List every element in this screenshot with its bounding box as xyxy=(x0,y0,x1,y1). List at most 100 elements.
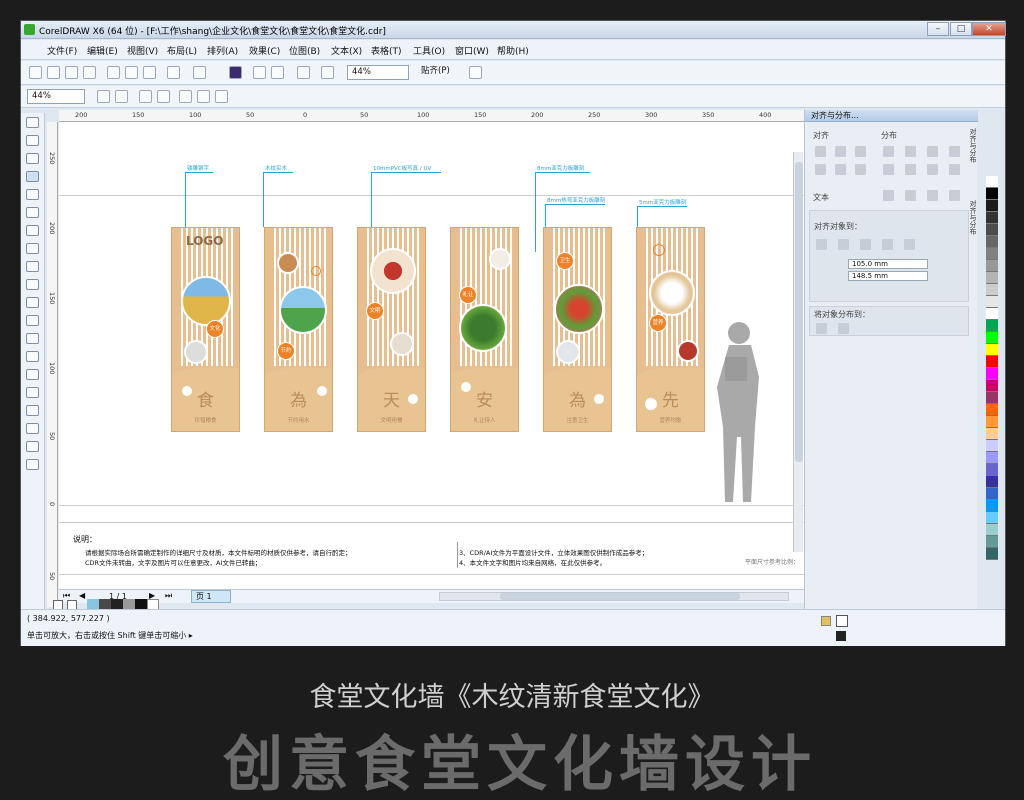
y-position-input[interactable]: 148.5 mm xyxy=(848,271,928,281)
vertical-ruler[interactable]: 250 200 150 100 50 0 50 xyxy=(47,122,58,607)
color-swatch[interactable] xyxy=(986,392,998,404)
scroll-thumb[interactable] xyxy=(500,593,740,600)
docker-tab[interactable]: 对齐与分布 xyxy=(967,200,977,270)
redo-icon[interactable] xyxy=(193,66,206,79)
zoom-height-icon[interactable] xyxy=(215,90,228,103)
welcome-screen-icon[interactable] xyxy=(321,66,334,79)
import-icon[interactable] xyxy=(229,66,242,79)
color-swatch[interactable] xyxy=(986,524,998,536)
distribute-vspacing-icon[interactable] xyxy=(949,164,960,175)
dimension-tool-icon[interactable] xyxy=(26,333,39,344)
fill-tool-icon[interactable] xyxy=(26,441,39,452)
color-swatch[interactable] xyxy=(986,512,998,524)
color-swatch[interactable] xyxy=(986,548,998,560)
color-swatch[interactable] xyxy=(986,272,998,284)
menu-layout[interactable]: 布局(L) xyxy=(167,44,197,57)
export-icon[interactable] xyxy=(253,66,266,79)
menu-window[interactable]: 窗口(W) xyxy=(455,44,489,57)
publish-icon[interactable] xyxy=(271,66,284,79)
color-swatch[interactable] xyxy=(986,476,998,488)
distribute-bottom-icon[interactable] xyxy=(927,164,938,175)
text-baseline-icon[interactable] xyxy=(927,190,938,201)
specified-point-icon[interactable] xyxy=(904,239,915,250)
menu-effects[interactable]: 效果(C) xyxy=(249,44,280,57)
options-icon[interactable] xyxy=(469,66,482,79)
color-swatch[interactable] xyxy=(986,416,998,428)
menu-bitmaps[interactable]: 位图(B) xyxy=(289,44,320,57)
basic-shapes-icon[interactable] xyxy=(26,279,39,290)
horizontal-scrollbar[interactable] xyxy=(439,592,789,601)
menu-arrange[interactable]: 排列(A) xyxy=(207,44,238,57)
app-launcher-icon[interactable] xyxy=(297,66,310,79)
active-objects-icon[interactable] xyxy=(816,239,827,250)
color-swatch[interactable] xyxy=(986,296,998,308)
menu-view[interactable]: 视图(V) xyxy=(127,44,158,57)
menu-tools[interactable]: 工具(O) xyxy=(413,44,445,57)
horizontal-ruler[interactable]: 20015010050050100150200250300350400450 xyxy=(59,110,828,122)
culture-panel[interactable]: 营养 先 营养均衡 xyxy=(636,227,705,432)
menu-file[interactable]: 文件(F) xyxy=(47,44,77,57)
copy-icon[interactable] xyxy=(125,66,138,79)
color-swatch[interactable] xyxy=(986,212,998,224)
color-swatch[interactable] xyxy=(986,464,998,476)
vertical-scrollbar[interactable] xyxy=(793,152,803,552)
docker-tab[interactable]: 对齐与分布 xyxy=(967,128,977,198)
color-swatch[interactable] xyxy=(986,308,998,320)
spacing-icon[interactable] xyxy=(838,323,849,334)
undo-icon[interactable] xyxy=(167,66,180,79)
close-button[interactable]: ✕ xyxy=(972,22,1006,36)
zoom-page-icon[interactable] xyxy=(179,90,192,103)
color-swatch[interactable] xyxy=(986,284,998,296)
drawing-canvas[interactable]: 镂雕钢字 木纹实木 10mmPVC板写真 / UV 8mm亚克力板雕刻 8mm热… xyxy=(59,122,806,603)
zoom-level-select[interactable]: 44% xyxy=(27,89,85,104)
rectangle-tool-icon[interactable] xyxy=(26,225,39,236)
fill-indicator-icon[interactable] xyxy=(821,616,831,626)
text-bbox-icon[interactable] xyxy=(949,190,960,201)
scroll-thumb[interactable] xyxy=(795,162,803,462)
x-position-input[interactable]: 105.0 mm xyxy=(848,259,928,269)
zoom-tool-icon[interactable] xyxy=(26,171,39,182)
zoom-out-icon[interactable] xyxy=(115,90,128,103)
docker-header[interactable]: 对齐与分布... xyxy=(805,110,978,122)
menu-help[interactable]: 帮助(H) xyxy=(497,44,529,57)
page-edge-icon[interactable] xyxy=(838,239,849,250)
color-swatch[interactable] xyxy=(986,452,998,464)
color-swatch[interactable] xyxy=(986,320,998,332)
zoom-selected-icon[interactable] xyxy=(139,90,152,103)
freehand-tool-icon[interactable] xyxy=(26,189,39,200)
cut-icon[interactable] xyxy=(107,66,120,79)
outline-color-swatch[interactable] xyxy=(836,631,846,641)
align-bottom-icon[interactable] xyxy=(855,164,866,175)
print-icon[interactable] xyxy=(83,66,96,79)
distribute-center-icon[interactable] xyxy=(905,146,916,157)
color-swatch[interactable] xyxy=(986,488,998,500)
color-swatch[interactable] xyxy=(986,404,998,416)
menu-text[interactable]: 文本(X) xyxy=(331,44,362,57)
align-left-icon[interactable] xyxy=(815,146,826,157)
minimize-button[interactable]: – xyxy=(927,22,949,36)
distribute-right-icon[interactable] xyxy=(927,146,938,157)
color-swatch[interactable] xyxy=(986,176,998,188)
color-swatch[interactable] xyxy=(986,536,998,548)
smart-fill-icon[interactable] xyxy=(26,207,39,218)
color-swatch[interactable] xyxy=(986,200,998,212)
color-swatch[interactable] xyxy=(986,188,998,200)
paste-icon[interactable] xyxy=(143,66,156,79)
text-last-line-icon[interactable] xyxy=(905,190,916,201)
color-swatch[interactable] xyxy=(986,260,998,272)
transparency-tool-icon[interactable] xyxy=(26,387,39,398)
page-tab[interactable]: 页 1 xyxy=(191,590,231,603)
blend-tool-icon[interactable] xyxy=(26,369,39,380)
culture-panel[interactable]: 礼让 安 礼让待人 xyxy=(450,227,519,432)
color-swatch[interactable] xyxy=(986,380,998,392)
color-swatch[interactable] xyxy=(986,236,998,248)
color-swatch[interactable] xyxy=(986,344,998,356)
text-first-line-icon[interactable] xyxy=(883,190,894,201)
open-icon[interactable] xyxy=(47,66,60,79)
maximize-button[interactable]: □ xyxy=(950,22,972,36)
color-swatch[interactable] xyxy=(986,500,998,512)
new-doc-icon[interactable] xyxy=(29,66,42,79)
color-swatch[interactable] xyxy=(986,224,998,236)
zoom-select[interactable]: 44% xyxy=(347,65,409,80)
menu-edit[interactable]: 编辑(E) xyxy=(87,44,118,57)
